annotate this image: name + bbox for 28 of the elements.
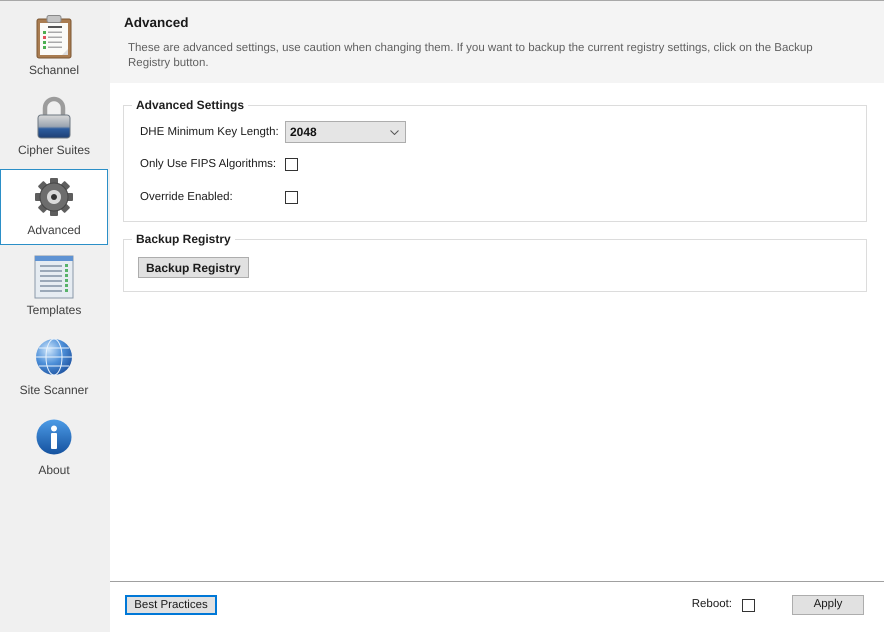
setting-label: Override Enabled: <box>140 190 234 205</box>
padlock-icon <box>36 95 72 139</box>
key-length-dropdown[interactable]: 2048 <box>285 121 406 143</box>
sidebar-item[interactable]: Templates <box>0 249 108 325</box>
reboot-label: Reboot: <box>692 597 732 612</box>
sidebar-item[interactable]: Advanced <box>0 169 108 245</box>
sidebar-item[interactable]: Cipher Suites <box>0 89 108 165</box>
sidebar-item[interactable]: Site Scanner <box>0 329 108 405</box>
chevron-down-icon <box>390 130 399 134</box>
sidebar-item[interactable]: Schannel <box>0 9 108 85</box>
page-description: These are advanced settings, use caution when changing them. If you want to backup the current registry settings, click on the Backup Registry button. <box>128 41 814 71</box>
info-icon <box>36 419 72 455</box>
clipboard-icon <box>36 15 72 59</box>
setting-checkbox[interactable] <box>285 191 298 204</box>
reboot-checkbox[interactable] <box>742 598 755 612</box>
best-practices-button[interactable]: Best Practices <box>125 595 217 615</box>
group-title: Advanced Settings <box>135 97 246 113</box>
page-title: Advanced <box>124 14 190 32</box>
setting-label: Only Use FIPS Algorithms: <box>140 157 278 172</box>
setting-checkbox[interactable] <box>285 158 298 171</box>
gear-icon <box>34 177 74 217</box>
apply-button[interactable]: Apply <box>792 595 864 615</box>
setting-label: DHE Minimum Key Length: <box>140 124 280 140</box>
group-title: Backup Registry <box>135 231 232 247</box>
globe-icon <box>35 338 73 376</box>
sidebar-item[interactable]: About <box>0 409 108 485</box>
backup-registry-button[interactable]: Backup Registry <box>138 257 249 278</box>
window-list-icon <box>34 255 74 299</box>
